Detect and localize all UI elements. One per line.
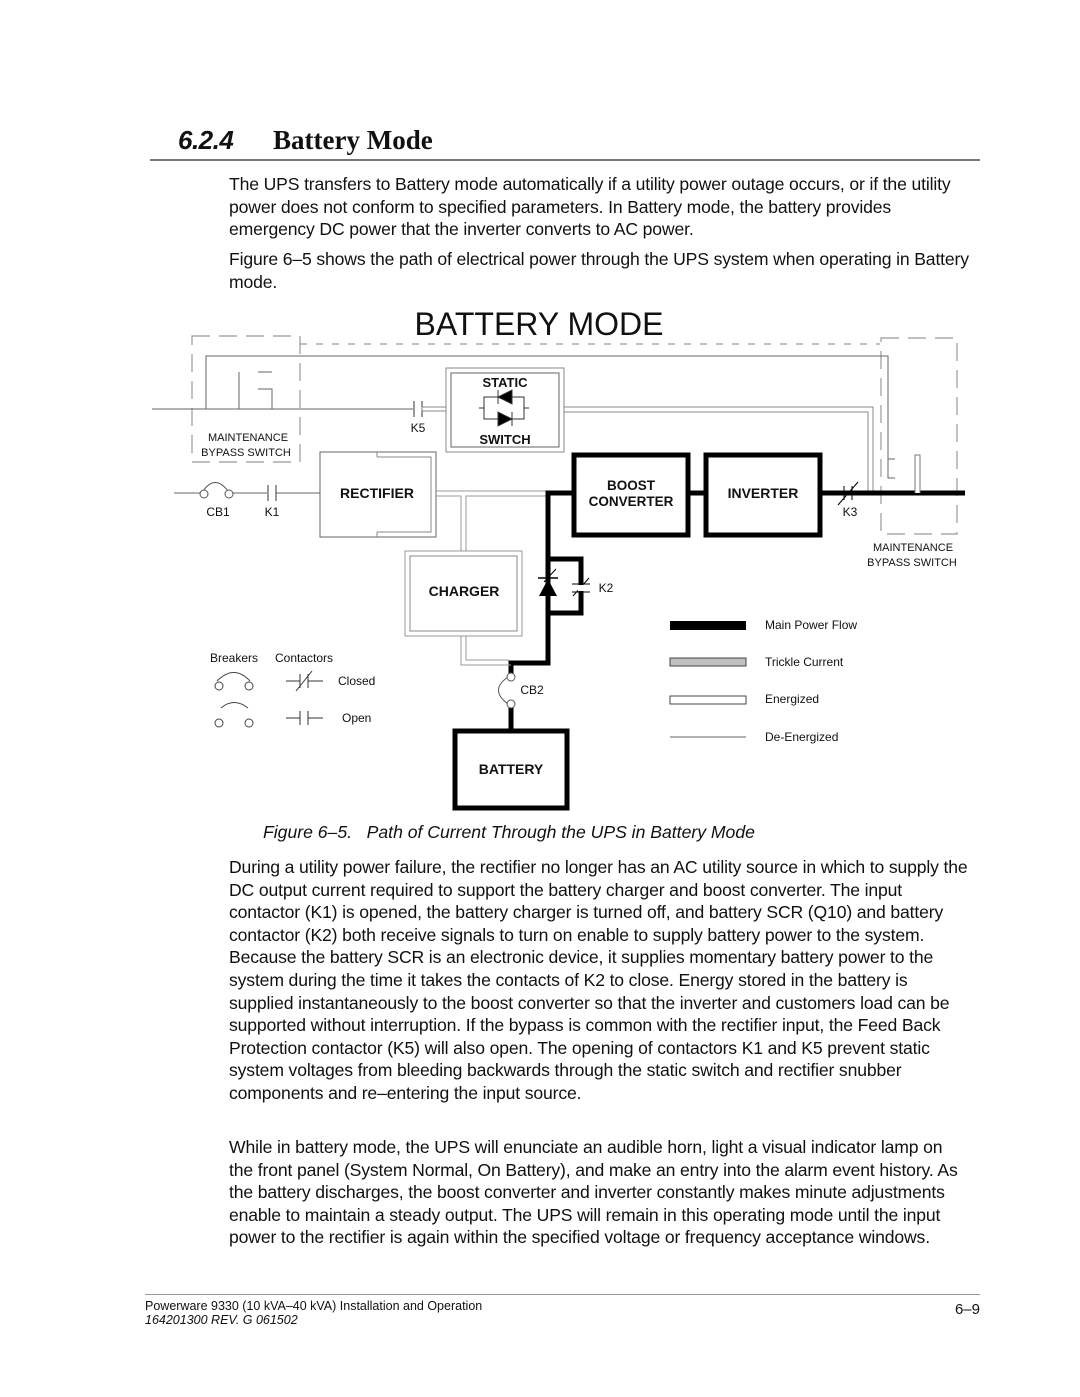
heading-divider (150, 159, 980, 161)
footer-revision: 164201300 REV. G 061502 (145, 1313, 298, 1327)
k1-label: K1 (265, 505, 280, 519)
boost-converter-label-bottom: CONVERTER (589, 494, 674, 509)
closed-label: Closed (338, 674, 375, 688)
right-bypass-stub (914, 454, 921, 493)
charger-output-energized-2 (465, 636, 509, 661)
charger-output-energized (460, 636, 511, 666)
contactor-closed-icon (286, 670, 323, 692)
section-title: Battery Mode (273, 125, 433, 155)
right-bypass-dashed-box (880, 337, 958, 535)
footer-divider (145, 1294, 980, 1295)
right-bypass-label-line2: BYPASS SWITCH (867, 557, 957, 569)
k3-label: K3 (843, 505, 858, 519)
cb2-label: CB2 (520, 683, 544, 697)
legend-main-label: Main Power Flow (765, 618, 857, 632)
bypass-stub-2 (258, 388, 273, 409)
k2-gap (578, 585, 585, 591)
inverter-label: INVERTER (728, 485, 799, 501)
left-bypass-label-line2: BYPASS SWITCH (201, 447, 291, 459)
breaker-closed-icon (214, 672, 254, 691)
right-bypass-label-line1: MAINTENANCE (873, 542, 953, 554)
battery-label: BATTERY (479, 761, 544, 777)
intro-paragraph: The UPS transfers to Battery mode automa… (229, 174, 951, 240)
page-number: 6–9 (954, 1301, 980, 1318)
legend-deenergized-label: De-Energized (765, 730, 838, 744)
open-label: Open (342, 711, 371, 725)
dc-bus-energized-bottom (436, 495, 462, 551)
figure-reference-paragraph: Figure 6–5 shows the path of electrical … (229, 249, 969, 292)
battery-mode-diagram: BATTERY MODE K5 STATIC SWITCH MAINTENANC… (152, 306, 965, 811)
dc-bus-energized-inner (465, 495, 546, 551)
breaker-open-icon (214, 702, 254, 728)
footer-document-title: Powerware 9330 (10 kVA–40 kVA) Installat… (145, 1299, 483, 1313)
k5-energized-line (421, 406, 447, 412)
battery-failure-paragraph: During a utility power failure, the rect… (229, 857, 968, 1103)
boost-converter-label-top: BOOST (607, 478, 656, 493)
breakers-heading: Breakers (210, 651, 258, 665)
left-bypass-label-line1: MAINTENANCE (208, 432, 288, 444)
charger-label: CHARGER (429, 583, 500, 599)
rectifier-label: RECTIFIER (340, 485, 414, 501)
legend-trickle-label: Trickle Current (765, 655, 844, 669)
legend-energized-swatch (669, 695, 747, 705)
legend-trickle-swatch (669, 657, 747, 667)
diagram-title: BATTERY MODE (415, 306, 664, 342)
k2-label: K2 (599, 581, 614, 595)
k5-label: K5 (411, 421, 426, 435)
cb1-label: CB1 (206, 505, 230, 519)
static-switch-label-top: STATIC (482, 375, 528, 390)
contactor-open-icon (286, 711, 323, 725)
legend-energized-label: Energized (765, 692, 819, 706)
contactors-heading: Contactors (275, 651, 333, 665)
section-heading: 6.2.4 Battery Mode (178, 122, 433, 158)
battery-mode-alarm-paragraph: While in battery mode, the UPS will enun… (229, 1137, 958, 1248)
legend-main-swatch (670, 621, 746, 630)
static-switch-label-bottom: SWITCH (479, 432, 530, 447)
cb1-breaker-icon (199, 482, 234, 499)
figure-caption: Figure 6–5. Path of Current Through the … (263, 822, 755, 842)
section-number: 6.2.4 (178, 125, 234, 155)
cb2-breaker-icon (498, 672, 516, 709)
